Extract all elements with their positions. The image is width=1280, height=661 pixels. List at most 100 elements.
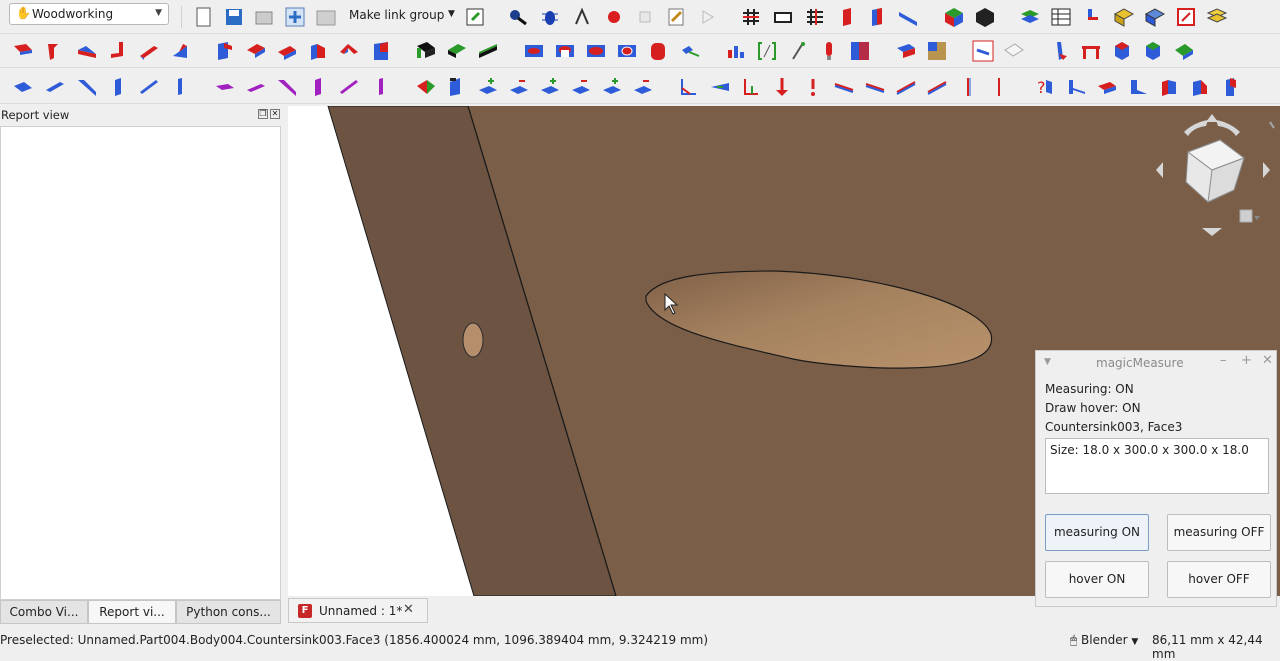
make-link-group-dropdown[interactable]: Make link group [349, 8, 444, 22]
frame-select-icon[interactable] [972, 40, 994, 62]
minus-panel-icon[interactable] [508, 76, 530, 98]
diagonal-panel-icon[interactable] [897, 6, 919, 28]
cube-green-icon[interactable] [1142, 40, 1164, 62]
axis-icon[interactable] [740, 76, 762, 98]
measuring-off-button[interactable]: measuring OFF [1167, 514, 1271, 551]
yellow-box-icon[interactable] [1113, 6, 1135, 28]
cylinder-icon[interactable] [647, 40, 669, 62]
glass-panel-icon[interactable] [1003, 40, 1025, 62]
corner-shelf-icon[interactable] [1127, 76, 1149, 98]
magic-side-icon[interactable] [307, 40, 329, 62]
vertical-line2-icon[interactable] [988, 76, 1010, 98]
panel-front-icon[interactable] [76, 40, 98, 62]
mirror-icon[interactable] [679, 40, 701, 62]
close-icon[interactable]: ✕ [270, 109, 280, 119]
magic-shelf-icon[interactable] [370, 40, 392, 62]
vertical-line-icon[interactable] [957, 76, 979, 98]
bracket-green-icon[interactable] [756, 40, 778, 62]
panel-slope2-icon[interactable] [169, 40, 191, 62]
close-icon[interactable]: ✕ [1262, 353, 1273, 368]
color-panel-icon[interactable] [415, 76, 437, 98]
purple-thin-icon[interactable] [370, 76, 392, 98]
save-icon[interactable] [223, 6, 245, 28]
purple-vertical-icon[interactable] [307, 76, 329, 98]
open-folder-icon[interactable] [253, 6, 275, 28]
tab-python-console[interactable]: Python cons... [176, 600, 281, 624]
move-black-icon[interactable] [415, 40, 437, 62]
plus-panel2-icon[interactable] [539, 76, 561, 98]
graph-icon[interactable] [571, 6, 593, 28]
export-icon[interactable] [464, 6, 486, 28]
tab-report-view[interactable]: Report vi... [88, 600, 176, 624]
hover-off-button[interactable]: hover OFF [1167, 561, 1271, 598]
inspect-icon[interactable] [507, 6, 529, 28]
pocket-hole-icon[interactable] [616, 40, 638, 62]
colored-cube-icon[interactable] [943, 6, 965, 28]
chart-icon[interactable] [725, 40, 747, 62]
magic-frame-icon[interactable] [245, 40, 267, 62]
blue-box-icon[interactable] [1144, 6, 1166, 28]
hole-panel-icon[interactable] [523, 40, 545, 62]
magic-corner-icon[interactable] [276, 40, 298, 62]
box-tall-icon[interactable] [1220, 76, 1242, 98]
plus-panel-icon[interactable] [477, 76, 499, 98]
panel-flat-icon[interactable] [12, 76, 34, 98]
add-part-icon[interactable] [284, 6, 306, 28]
view-menu-cube-icon[interactable] [1239, 209, 1253, 223]
panel-thin-vertical-icon[interactable] [169, 76, 191, 98]
dimensions-icon[interactable] [804, 6, 826, 28]
workbench-selector[interactable]: ✋ Woodworking ▼ [9, 3, 169, 25]
rotate-cw-icon[interactable] [1216, 120, 1240, 136]
panel-diag-icon[interactable] [76, 76, 98, 98]
purple-diag-icon[interactable] [276, 76, 298, 98]
panel-corner-icon[interactable] [44, 40, 66, 62]
line-diag-icon[interactable] [895, 76, 917, 98]
panel-vertical-icon[interactable] [107, 76, 129, 98]
panel-green-icon[interactable] [1173, 40, 1195, 62]
box-mixed-icon[interactable] [1189, 76, 1211, 98]
panel-blue-red-icon[interactable] [866, 6, 888, 28]
move-green-icon[interactable] [446, 40, 468, 62]
print-icon[interactable] [772, 6, 794, 28]
purple-flat2-icon[interactable] [245, 76, 267, 98]
gradient-panel-icon[interactable] [849, 40, 871, 62]
run-macro-icon[interactable] [696, 6, 718, 28]
cube-blue-icon[interactable] [1111, 40, 1133, 62]
screw-icon[interactable] [787, 40, 809, 62]
document-tab[interactable]: F Unnamed : 1* ✕ [288, 598, 428, 623]
edge-hole[interactable] [462, 322, 484, 358]
panel-l-icon[interactable] [107, 40, 129, 62]
stop-macro-icon[interactable] [634, 6, 656, 28]
measuring-on-button[interactable]: measuring ON [1045, 514, 1149, 551]
copy-diagonal-icon[interactable] [477, 40, 499, 62]
drawer-icon[interactable] [1096, 76, 1118, 98]
flat-arrow-icon[interactable] [709, 76, 731, 98]
close-icon[interactable]: ✕ [403, 602, 414, 617]
menu-dot-icon[interactable] [1269, 121, 1275, 129]
table-frame-icon[interactable] [1080, 40, 1102, 62]
nav-down-arrow-icon[interactable] [1202, 228, 1222, 236]
group-folder-icon[interactable] [315, 6, 337, 28]
chevron-down-icon[interactable]: ▼ [1044, 357, 1051, 367]
counterbore-icon[interactable] [585, 40, 607, 62]
layers-icon[interactable] [1019, 6, 1041, 28]
wood-texture-icon[interactable] [926, 40, 948, 62]
red-panel-icon[interactable] [836, 6, 858, 28]
shelf-icon[interactable] [1065, 76, 1087, 98]
leg-icon[interactable] [1049, 40, 1071, 62]
edit-macro-icon[interactable] [665, 6, 687, 28]
resize-panel-icon[interactable] [446, 76, 468, 98]
minimize-icon[interactable]: – [1220, 353, 1227, 368]
red-export-icon[interactable] [1175, 6, 1197, 28]
angle-icon[interactable] [678, 76, 700, 98]
hover-on-button[interactable]: hover ON [1045, 561, 1149, 598]
tab-combo-view[interactable]: Combo Vi... [0, 600, 88, 624]
line-red2-icon[interactable] [864, 76, 886, 98]
countersink-icon[interactable] [554, 40, 576, 62]
dowel-icon[interactable] [818, 40, 840, 62]
line-red-icon[interactable] [833, 76, 855, 98]
purple-angled-icon[interactable] [338, 76, 360, 98]
debug-bug-icon[interactable] [539, 6, 561, 28]
chevron-down-icon[interactable] [1254, 216, 1260, 220]
panel-xy-icon[interactable] [12, 40, 34, 62]
